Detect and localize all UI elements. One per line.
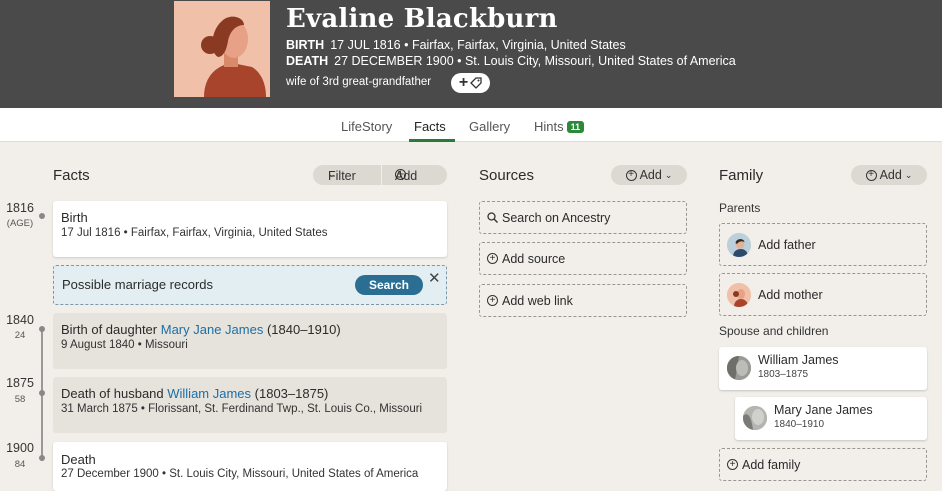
add-fact-label: Add xyxy=(395,169,418,183)
tab-gallery[interactable]: Gallery xyxy=(469,119,510,134)
add-label: Add xyxy=(639,168,662,182)
person-name: Evaline Blackburn xyxy=(286,4,558,34)
daughter-birth-fact-card[interactable]: Birth of daughter Mary Jane James (1840–… xyxy=(53,313,447,369)
tab-hints[interactable]: Hints 11 xyxy=(534,119,585,134)
death-value: 27 DECEMBER 1900 • St. Louis City, Misso… xyxy=(334,54,736,68)
tab-facts[interactable]: Facts xyxy=(414,119,446,134)
fact-title: Birth xyxy=(61,210,88,225)
fact-prefix: Birth of daughter xyxy=(61,322,161,337)
add-source-menu-button[interactable]: + Add ⌄ xyxy=(611,165,687,185)
sources-heading: Sources xyxy=(479,167,535,184)
child-card[interactable]: Mary Jane James 1840–1910 xyxy=(735,397,927,440)
timeline-dot xyxy=(39,455,45,461)
parents-label: Parents xyxy=(719,201,761,215)
timeline-year: 1875 xyxy=(6,376,34,390)
fact-title: Birth of daughter Mary Jane James (1840–… xyxy=(61,322,341,337)
plus-circle-icon: + xyxy=(487,295,498,306)
add-tag-button[interactable]: + xyxy=(451,73,490,93)
add-family-button[interactable]: + Add family xyxy=(719,448,927,481)
death-fact-card[interactable]: Death 27 December 1900 • St. Louis City,… xyxy=(53,442,447,491)
birth-vital: BIRTH 17 JUL 1816 • Fairfax, Fairfax, Vir… xyxy=(286,38,626,52)
add-label: Add xyxy=(879,168,902,182)
add-father-button[interactable]: Add father xyxy=(719,223,927,266)
facts-heading: Facts xyxy=(53,167,90,184)
timeline-age: (AGE) xyxy=(6,218,34,229)
chevron-down-icon: ⌄ xyxy=(328,169,336,179)
timeline-year: 1900 xyxy=(6,441,34,455)
search-icon xyxy=(487,212,498,223)
relationship-text: wife of 3rd great-grandfather xyxy=(286,76,432,88)
add-mother-label: Add mother xyxy=(758,288,823,302)
profile-header: Evaline Blackburn BIRTH 17 JUL 1816 • Fai… xyxy=(0,0,942,108)
add-family-label: Add family xyxy=(742,457,801,472)
daughter-link[interactable]: Mary Jane James xyxy=(161,322,264,337)
timeline-age: 24 xyxy=(14,330,26,341)
tag-icon xyxy=(470,77,482,89)
add-family-menu-button[interactable]: + Add ⌄ xyxy=(851,165,927,185)
source-item-label: Search on Ancestry xyxy=(502,210,611,225)
child-photo-avatar xyxy=(743,406,767,430)
husband-link[interactable]: William James xyxy=(167,386,251,401)
fact-title: Death xyxy=(61,452,96,467)
hint-title: Possible marriage records xyxy=(62,277,214,292)
timeline-age: 58 xyxy=(14,394,26,405)
fact-detail: 9 August 1840 • Missouri xyxy=(61,339,188,351)
death-label: DEATH xyxy=(286,54,329,68)
plus-icon: + xyxy=(458,74,469,91)
fact-detail: 31 March 1875 • Florissant, St. Ferdinan… xyxy=(61,403,423,415)
fact-detail: 27 December 1900 • St. Louis City, Misso… xyxy=(61,468,419,480)
profile-tabs: LifeStory Facts Gallery Hints 11 xyxy=(0,108,942,142)
timeline-dot xyxy=(39,326,45,332)
chevron-down-icon: ⌄ xyxy=(664,169,673,180)
hints-count-badge: 11 xyxy=(566,121,585,133)
plus-circle-icon: + xyxy=(727,459,738,470)
tab-hints-label: Hints xyxy=(534,119,564,134)
child-name: Mary Jane James xyxy=(774,403,873,417)
source-item-label: Add web link xyxy=(502,293,573,308)
fact-range: (1840–1910) xyxy=(263,322,341,337)
timeline-year: 1840 xyxy=(6,313,34,327)
facts-actions: Filter ⌄ + Add xyxy=(313,165,447,185)
marriage-records-hint: Possible marriage records Search ✕ xyxy=(53,265,447,305)
woman-silhouette-icon xyxy=(174,1,270,97)
profile-portrait-avatar[interactable] xyxy=(174,1,270,97)
spouse-photo-avatar xyxy=(727,356,751,380)
fact-detail: 17 Jul 1816 • Fairfax, Fairfax, Virginia… xyxy=(61,227,328,239)
timeline-dot xyxy=(39,390,45,396)
death-vital: DEATH 27 DECEMBER 1900 • St. Louis City, … xyxy=(286,54,736,68)
tab-lifestory[interactable]: LifeStory xyxy=(341,119,392,134)
spouse-dates: 1803–1875 xyxy=(758,369,809,380)
plus-circle-icon: + xyxy=(487,253,498,264)
fact-prefix: Death of husband xyxy=(61,386,168,401)
timeline-dot xyxy=(39,213,45,219)
spouse-card[interactable]: William James 1803–1875 xyxy=(719,347,927,390)
active-tab-indicator xyxy=(409,139,455,142)
birth-fact-card[interactable]: Birth 17 Jul 1816 • Fairfax, Fairfax, Vi… xyxy=(53,201,447,257)
husband-death-fact-card[interactable]: Death of husband William James (1803–187… xyxy=(53,377,447,433)
add-web-link-button[interactable]: + Add web link xyxy=(479,284,687,317)
source-item-label: Add source xyxy=(502,251,566,266)
family-heading: Family xyxy=(719,167,764,184)
spouse-children-label: Spouse and children xyxy=(719,324,829,338)
timeline-age: 84 xyxy=(14,459,26,470)
search-on-ancestry-button[interactable]: Search on Ancestry xyxy=(479,201,687,234)
search-records-button[interactable]: Search xyxy=(355,275,423,295)
pill-divider xyxy=(381,165,382,185)
male-avatar-icon xyxy=(727,233,751,257)
birth-value: 17 JUL 1816 • Fairfax, Fairfax, Virginia… xyxy=(330,38,626,52)
add-mother-button[interactable]: Add mother xyxy=(719,273,927,316)
female-avatar-icon xyxy=(727,283,751,307)
add-source-button[interactable]: + Add source xyxy=(479,242,687,275)
chevron-down-icon: ⌄ xyxy=(904,169,913,180)
child-dates: 1840–1910 xyxy=(774,419,825,430)
close-icon[interactable]: ✕ xyxy=(428,269,441,287)
timeline-year: 1816 xyxy=(6,201,34,215)
fact-range: (1803–1875) xyxy=(251,386,329,401)
spouse-name: William James xyxy=(758,353,839,367)
add-father-label: Add father xyxy=(758,238,816,252)
plus-circle-icon: + xyxy=(625,169,637,181)
plus-circle-icon: + xyxy=(865,169,877,181)
birth-label: BIRTH xyxy=(286,38,325,52)
fact-title: Death of husband William James (1803–187… xyxy=(61,386,328,401)
